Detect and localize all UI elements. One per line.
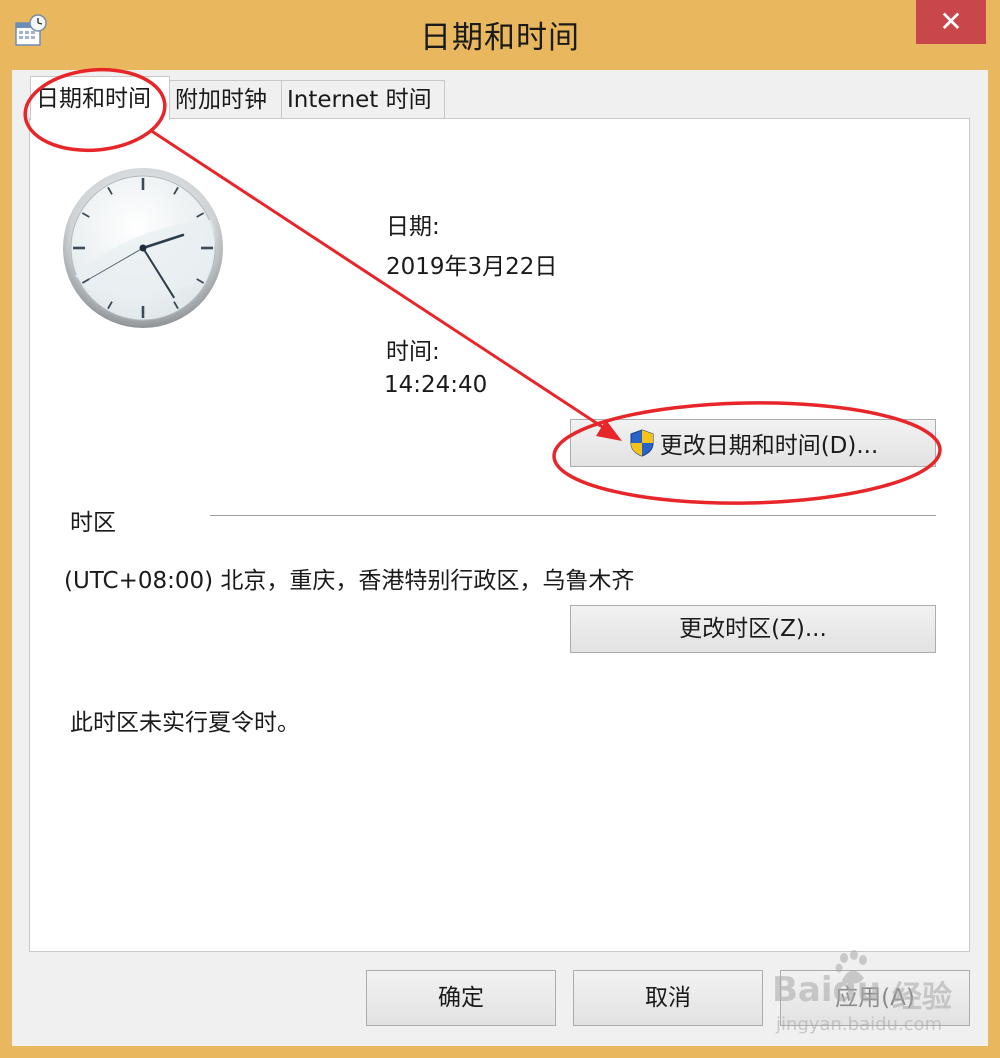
watermark-brand-cn: 经验 xyxy=(892,980,952,1015)
analog-clock xyxy=(63,168,223,328)
timezone-separator xyxy=(210,515,936,517)
date-label: 日期: xyxy=(386,214,440,240)
dst-note: 此时区未实行夏令时。 xyxy=(70,710,300,736)
close-button[interactable]: ✕ xyxy=(916,0,986,44)
date-value: 2019年3月22日 xyxy=(386,254,558,280)
cancel-label: 取消 xyxy=(645,985,691,1011)
close-icon: ✕ xyxy=(939,5,963,38)
tab-panel-date-and-time: 日期: 2019年3月22日 时间: 14:24:40 更改日期和时间(D)..… xyxy=(29,118,970,952)
tab-date-and-time[interactable]: 日期和时间 xyxy=(30,76,170,120)
date-time-dialog: 日期和时间 ✕ 日期和时间 附加时钟 Internet 时间 日期: 2019年… xyxy=(0,0,1000,1058)
uac-shield-icon xyxy=(630,429,654,457)
time-value: 14:24:40 xyxy=(384,372,488,398)
watermark-url: jingyan.baidu.com xyxy=(776,1014,943,1035)
window-title: 日期和时间 xyxy=(420,20,580,56)
ok-label: 确定 xyxy=(438,985,484,1011)
tab-label: 附加时钟 xyxy=(175,87,267,113)
tab-internet-time[interactable]: Internet 时间 xyxy=(281,80,445,118)
time-label: 时间: xyxy=(386,339,440,365)
tab-additional-clocks[interactable]: 附加时钟 xyxy=(169,80,282,118)
dialog-client-area: 日期和时间 附加时钟 Internet 时间 日期: 2019年3月22日 时间… xyxy=(12,70,988,1046)
change-date-time-label: 更改日期和时间(D)... xyxy=(659,433,879,459)
ok-button[interactable]: 确定 xyxy=(366,970,556,1026)
timezone-value: (UTC+08:00) 北京，重庆，香港特别行政区，乌鲁木齐 xyxy=(64,568,635,594)
watermark-brand: Baidu xyxy=(772,970,882,1010)
timezone-heading: 时区 xyxy=(70,510,116,536)
tab-label: Internet 时间 xyxy=(287,87,432,113)
cancel-button[interactable]: 取消 xyxy=(573,970,763,1026)
title-bar[interactable]: 日期和时间 ✕ xyxy=(0,0,1000,70)
change-timezone-label: 更改时区(Z)... xyxy=(679,616,827,642)
change-date-time-button[interactable]: 更改日期和时间(D)... xyxy=(570,419,936,467)
baidu-watermark: Baidu 经验 jingyan.baidu.com xyxy=(772,948,982,1038)
change-timezone-button[interactable]: 更改时区(Z)... xyxy=(570,605,936,653)
tab-label: 日期和时间 xyxy=(36,86,151,112)
